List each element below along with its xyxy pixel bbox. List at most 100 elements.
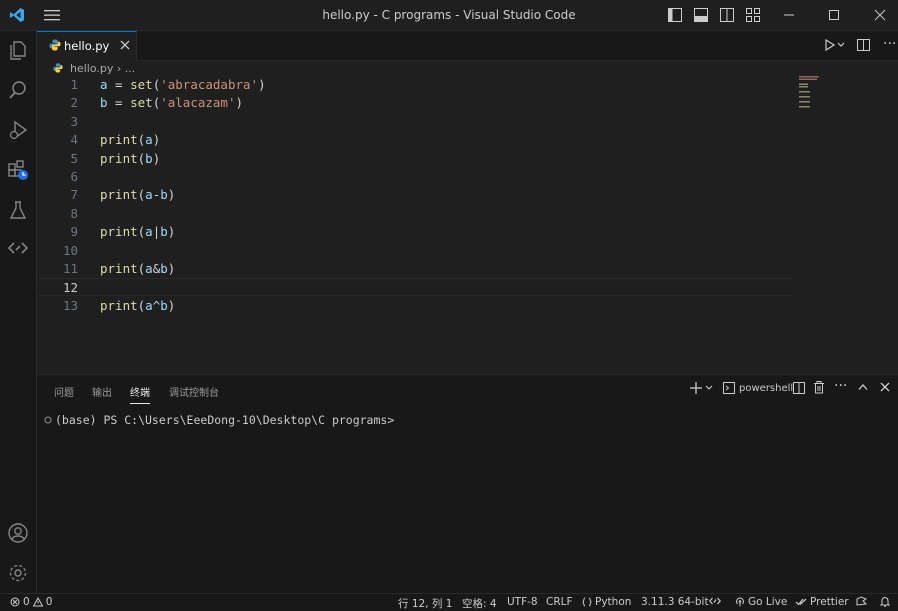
run-debug-icon[interactable]	[0, 112, 36, 148]
kill-terminal-icon[interactable]	[813, 381, 825, 394]
code-token: b	[160, 261, 168, 276]
minimap[interactable]	[798, 76, 828, 116]
title-bar: hello.py - C programs - Visual Studio Co…	[0, 0, 898, 31]
code-text: print(a)	[100, 131, 160, 149]
tab-terminal[interactable]: 终端	[130, 384, 150, 404]
code-token: print	[100, 224, 138, 240]
encoding[interactable]: UTF-8	[507, 596, 538, 608]
prettier-label: Prettier	[810, 596, 849, 608]
breadcrumb: hello.py › ...	[53, 62, 136, 75]
problems-status[interactable]: 0 0	[10, 596, 52, 608]
breadcrumb-file[interactable]: hello.py	[70, 62, 113, 75]
error-icon	[10, 597, 20, 607]
breadcrumb-separator: ›	[116, 62, 122, 75]
search-icon[interactable]	[0, 72, 36, 108]
explorer-icon[interactable]	[0, 32, 36, 68]
tab-close-icon[interactable]	[120, 40, 130, 50]
code-token: )	[167, 224, 176, 240]
tab-label: hello.py	[64, 39, 110, 53]
code-line[interactable]: 2 b = set('alacazam')	[37, 94, 792, 112]
settings-gear-icon[interactable]	[0, 555, 36, 591]
python-interpreter[interactable]: 3.11.3 64-bit	[641, 596, 709, 608]
code-line[interactable]: 6	[37, 168, 792, 186]
code-line[interactable]: 10	[37, 242, 792, 260]
code-line[interactable]: 11 print(a&b)	[37, 260, 792, 278]
code-text: a = set('abracadabra')	[100, 76, 266, 94]
close-panel-icon[interactable]	[880, 382, 890, 392]
testing-icon[interactable]	[0, 192, 36, 228]
code-line[interactable]: 12	[37, 278, 792, 297]
code-line[interactable]: 1 a = set('abracadabra')	[37, 76, 792, 94]
terminal-prompt[interactable]: (base) PS C:\Users\EeeDong-10\Desktop\C …	[55, 413, 394, 427]
code-token: )	[235, 95, 244, 111]
go-live-button[interactable]: Go Live	[735, 596, 787, 608]
line-number: 5	[70, 150, 78, 166]
code-token: print	[100, 187, 138, 203]
command-decoration-icon	[44, 416, 52, 424]
indentation[interactable]: 空格: 4	[462, 596, 497, 611]
prettier-status[interactable]: Prettier	[795, 596, 849, 608]
toggle-primary-sidebar-icon[interactable]	[665, 5, 685, 25]
code-token: print	[100, 261, 138, 276]
breadcrumb-more[interactable]: ...	[125, 62, 136, 75]
code-line[interactable]: 9 print(a|b)	[37, 223, 792, 241]
code-token: b	[160, 187, 168, 203]
code-token: print	[100, 132, 138, 148]
code-text: print(a^b)	[100, 297, 175, 315]
code-token: b	[100, 95, 108, 111]
code-line[interactable]: 4 print(a)	[37, 131, 792, 149]
code-line[interactable]: 8	[37, 205, 792, 223]
broadcast-icon	[736, 597, 744, 607]
code-editor[interactable]: 1 a = set('abracadabra') 2 b = set('alacaza…	[37, 76, 797, 376]
tab-hello-py[interactable]: hello.py	[37, 31, 137, 61]
toggle-panel-icon[interactable]	[691, 5, 711, 25]
code-token: )	[258, 77, 266, 92]
toggle-secondary-sidebar-icon[interactable]	[717, 5, 737, 25]
tab-problems[interactable]: 问题	[54, 384, 74, 399]
terminal-name[interactable]: powershell	[739, 383, 793, 394]
code-line[interactable]: 3	[37, 113, 792, 131]
status-bar: 0 0 行 12, 列 1 空格: 4 UTF-8 CRLF Python 3.…	[0, 593, 898, 611]
tab-output[interactable]: 输出	[92, 384, 112, 399]
code-token: 'alacazam'	[160, 95, 236, 111]
code-text: print(a-b)	[100, 186, 175, 204]
extensions-icon[interactable]	[0, 152, 36, 188]
code-line[interactable]: 5 print(b)	[37, 150, 792, 168]
line-number: 3	[70, 113, 78, 129]
warning-icon	[32, 597, 43, 607]
bottom-panel: 问题 输出 终端 调试控制台 powershell ··· (base) PS …	[37, 374, 898, 594]
minimize-icon[interactable]	[779, 5, 799, 25]
cursor-position[interactable]: 行 12, 列 1	[398, 596, 452, 611]
code-token: =	[107, 77, 131, 92]
line-number: 12	[62, 280, 78, 296]
split-editor-icon[interactable]	[857, 38, 871, 52]
more-actions-icon[interactable]: ···	[883, 36, 896, 52]
code-text: print(a&b)	[100, 260, 175, 278]
maximize-panel-icon[interactable]	[858, 383, 868, 391]
end-of-line[interactable]: CRLF	[546, 596, 573, 608]
new-terminal-icon[interactable]	[690, 381, 714, 395]
line-number: 13	[62, 297, 78, 313]
close-icon[interactable]	[870, 5, 890, 25]
customize-layout-icon[interactable]	[743, 5, 763, 25]
panel-more-icon[interactable]: ···	[834, 378, 847, 394]
notifications-bell-icon[interactable]	[880, 596, 890, 607]
remote-icon[interactable]	[0, 230, 36, 266]
line-number: 9	[70, 224, 78, 240]
warning-count: 0	[45, 596, 53, 608]
maximize-icon[interactable]	[824, 5, 844, 25]
remote-status[interactable]	[709, 596, 721, 606]
code-line[interactable]: 7 print(a-b)	[37, 186, 792, 204]
code-text: b = set('alacazam')	[100, 94, 243, 112]
code-line[interactable]: 13 print(a^b)	[37, 297, 792, 315]
activity-bar	[0, 31, 37, 593]
account-icon[interactable]	[0, 515, 36, 551]
code-token: a	[145, 224, 153, 240]
run-python-file-icon[interactable]	[824, 38, 846, 52]
split-terminal-icon[interactable]	[793, 382, 805, 394]
feedback-icon[interactable]	[855, 596, 867, 606]
tab-debug-console[interactable]: 调试控制台	[169, 384, 219, 399]
line-number: 2	[70, 95, 78, 111]
language-mode[interactable]: Python	[582, 596, 631, 608]
code-token: set	[130, 77, 153, 92]
